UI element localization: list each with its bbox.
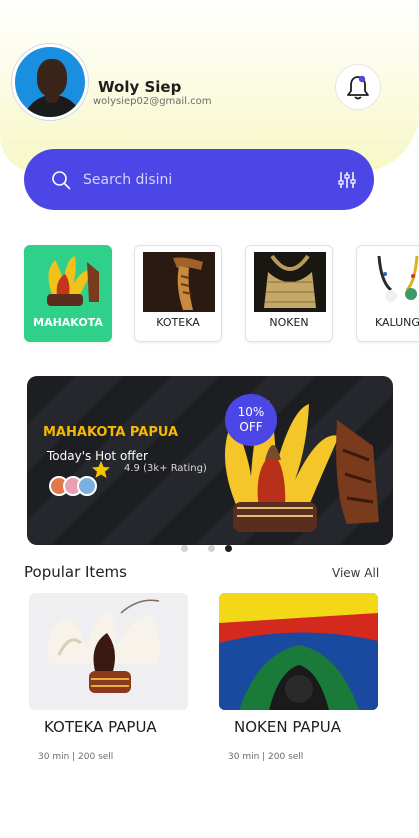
popular-item-image[interactable] bbox=[219, 593, 378, 710]
section-title: Popular Items bbox=[24, 563, 127, 581]
discount-off: OFF bbox=[239, 420, 263, 434]
noken-papua-image bbox=[219, 593, 378, 710]
bell-icon bbox=[347, 75, 369, 100]
popular-item-name[interactable]: KOTEKA PAPUA bbox=[44, 718, 157, 736]
filter-icon[interactable] bbox=[338, 171, 356, 189]
category-kalung[interactable]: KALUNG bbox=[356, 245, 419, 342]
category-label: KOTEKA bbox=[156, 316, 200, 329]
star-icon bbox=[92, 461, 110, 478]
koteka-thumbnail bbox=[143, 252, 215, 312]
search-bar[interactable] bbox=[24, 149, 374, 210]
discount-percent: 10% bbox=[237, 405, 265, 419]
search-input[interactable] bbox=[83, 171, 338, 188]
promo-banner[interactable]: 10% OFF MAHAKOTA PAPUA Today's Hot offer… bbox=[27, 376, 393, 545]
carousel-dot[interactable] bbox=[208, 545, 215, 552]
category-label: MAHAKOTA bbox=[33, 316, 103, 329]
category-koteka[interactable]: KOTEKA bbox=[134, 245, 222, 342]
user-email: wolysiep02@gmail.com bbox=[93, 96, 212, 107]
user-name: Woly Siep bbox=[98, 78, 182, 96]
category-label: KALUNG bbox=[375, 316, 419, 329]
popular-item-meta: 30 min | 200 sell bbox=[228, 752, 304, 762]
avatar[interactable] bbox=[12, 44, 88, 120]
category-label: NOKEN bbox=[269, 316, 309, 329]
popular-item-image[interactable] bbox=[29, 593, 188, 710]
category-noken[interactable]: NOKEN bbox=[245, 245, 333, 342]
discount-badge: 10% OFF bbox=[225, 394, 277, 446]
popular-item-name[interactable]: NOKEN PAPUA bbox=[234, 718, 341, 736]
carousel-dot[interactable] bbox=[181, 545, 188, 552]
popular-item-meta: 30 min | 200 sell bbox=[38, 752, 114, 762]
reviewer-avatar bbox=[77, 476, 97, 496]
noken-thumbnail bbox=[254, 252, 326, 312]
koteka-papua-image bbox=[29, 593, 188, 710]
category-mahakota[interactable]: MAHAKOTA bbox=[24, 245, 112, 342]
avatar-head-shape bbox=[37, 59, 67, 97]
mahakota-thumbnail bbox=[47, 256, 99, 306]
search-icon bbox=[52, 170, 71, 189]
view-all-link[interactable]: View All bbox=[332, 566, 379, 580]
carousel-dot-active[interactable] bbox=[225, 545, 232, 552]
notification-button[interactable] bbox=[335, 64, 381, 110]
promo-title: MAHAKOTA PAPUA bbox=[43, 425, 179, 440]
kalung-thumbnail bbox=[377, 255, 419, 302]
promo-rating: 4.9 (3k+ Rating) bbox=[124, 463, 207, 474]
